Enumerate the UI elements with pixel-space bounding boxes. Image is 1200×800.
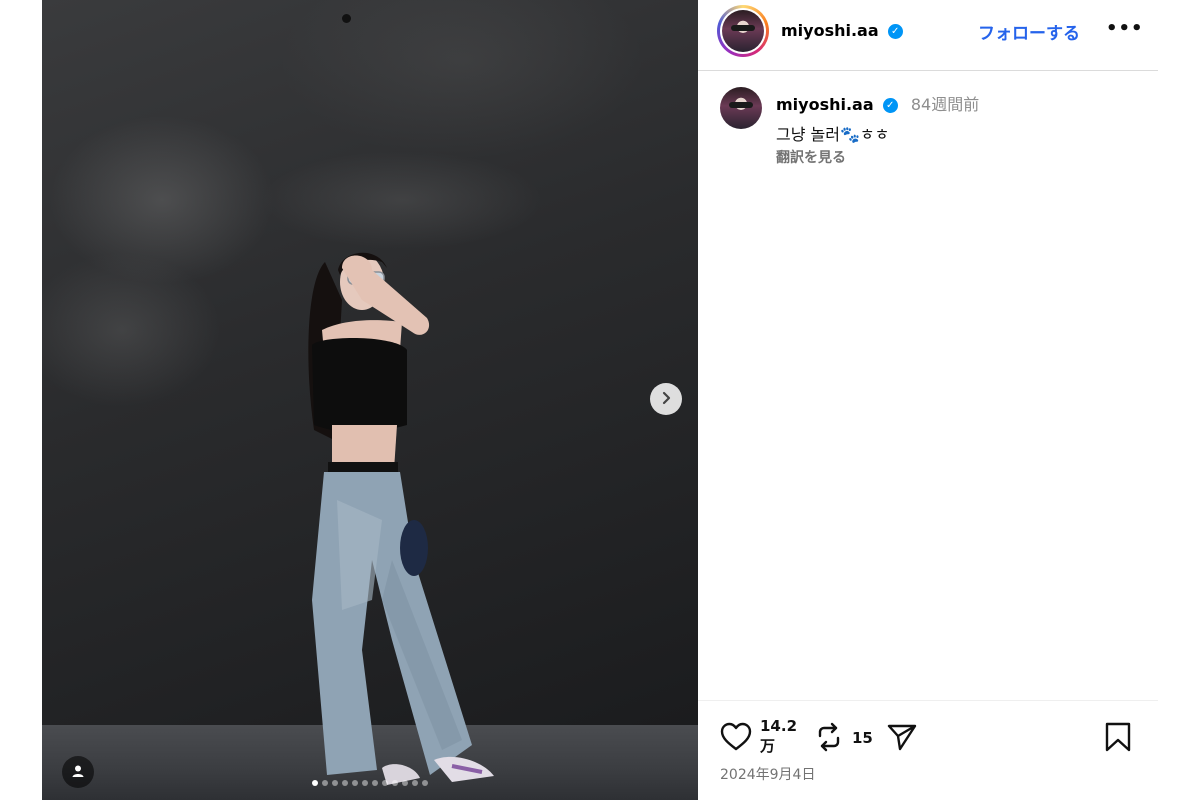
carousel-dot xyxy=(402,780,408,786)
like-count-number: 14.2 xyxy=(760,717,798,735)
avatar[interactable] xyxy=(722,10,764,52)
carousel-dot xyxy=(352,780,358,786)
carousel-dot xyxy=(382,780,388,786)
more-options-button[interactable]: ••• xyxy=(1106,18,1144,39)
carousel-dot xyxy=(322,780,328,786)
repost-button[interactable] xyxy=(814,722,844,756)
caption-avatar[interactable] xyxy=(720,87,762,129)
follow-button[interactable]: フォローする xyxy=(978,19,1080,44)
header-username[interactable]: miyoshi.aa xyxy=(781,21,879,40)
carousel-dot xyxy=(332,780,338,786)
verified-badge-icon: ✓ xyxy=(882,98,898,113)
carousel-dot xyxy=(422,780,428,786)
save-button[interactable] xyxy=(1104,722,1132,756)
post-time-ago[interactable]: 84週間前 xyxy=(911,95,979,114)
heart-icon xyxy=(720,722,752,756)
carousel-dot xyxy=(312,780,318,786)
post-date[interactable]: 2024年9月4日 xyxy=(720,764,815,784)
share-icon xyxy=(886,722,918,756)
carousel-dot xyxy=(342,780,348,786)
post-header: miyoshi.aa ✓ フォローする ••• xyxy=(698,0,1158,71)
repost-count[interactable]: 15 xyxy=(852,728,873,748)
carousel-dot xyxy=(412,780,418,786)
divider xyxy=(698,700,1158,701)
chevron-right-icon xyxy=(659,390,673,409)
carousel-dot xyxy=(392,780,398,786)
carousel-dot xyxy=(362,780,368,786)
translate-link[interactable]: 翻訳を見る xyxy=(776,147,1136,167)
verified-badge-icon: ✓ xyxy=(887,24,903,39)
post-sidebar: miyoshi.aa ✓ フォローする ••• miyoshi.aa ✓ 84週… xyxy=(698,0,1158,800)
carousel-next-button[interactable] xyxy=(650,383,682,415)
share-button[interactable] xyxy=(886,722,918,756)
action-bar: 14.2 万 15 xyxy=(720,716,1140,766)
repost-icon xyxy=(814,722,844,756)
carousel-indicator xyxy=(42,780,698,788)
caption-username[interactable]: miyoshi.aa xyxy=(776,95,874,114)
carousel-dot xyxy=(372,780,378,786)
like-count[interactable]: 14.2 万 xyxy=(760,716,797,756)
user-tag-icon xyxy=(71,763,85,782)
caption-text: 그냥 놀러🐾ㅎㅎ xyxy=(776,125,890,144)
photo-person xyxy=(308,252,494,785)
like-count-unit: 万 xyxy=(760,737,776,755)
like-button[interactable] xyxy=(720,722,752,756)
avatar-story-ring[interactable] xyxy=(717,5,769,57)
post-media[interactable] xyxy=(42,0,698,800)
bookmark-icon xyxy=(1104,722,1132,756)
